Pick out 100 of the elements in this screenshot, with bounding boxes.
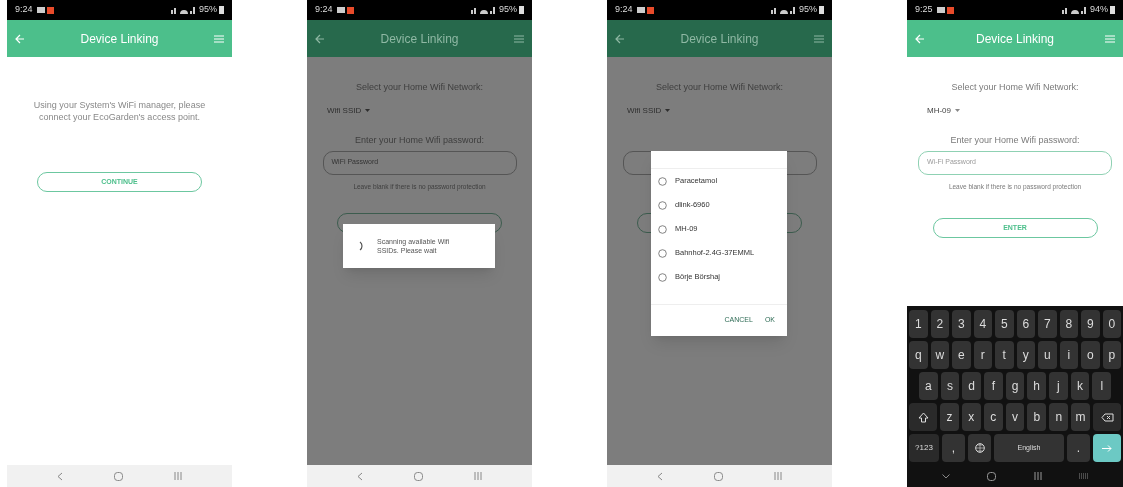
keyboard-key[interactable]: h bbox=[1027, 372, 1047, 400]
keyboard-key[interactable]: v bbox=[1005, 403, 1025, 431]
home-icon[interactable] bbox=[714, 471, 723, 481]
keyboard-key[interactable]: 0 bbox=[1102, 310, 1121, 338]
password-prompt: Enter your Home Wifi password: bbox=[950, 134, 1080, 148]
instruction-text: Using your System's WiFi manager, please connect your EcoGarden's access point. bbox=[32, 99, 207, 123]
keyboard-icon[interactable] bbox=[1079, 472, 1089, 480]
notification-icon bbox=[346, 6, 354, 14]
radio-button[interactable] bbox=[658, 176, 667, 186]
battery-icon bbox=[819, 6, 824, 14]
globe-icon bbox=[974, 443, 985, 453]
keyboard-key[interactable]: r bbox=[973, 341, 992, 369]
mail-icon bbox=[936, 7, 945, 13]
screen-title: Device Linking bbox=[974, 30, 1055, 48]
hide-keyboard-icon[interactable] bbox=[941, 473, 950, 479]
signal-icon bbox=[171, 6, 197, 14]
keyboard-key[interactable]: l bbox=[1092, 372, 1112, 400]
home-icon[interactable] bbox=[987, 471, 997, 481]
enter-key[interactable] bbox=[1093, 434, 1121, 462]
screen-title: Device Linking bbox=[79, 30, 160, 48]
keyboard-key[interactable]: w bbox=[930, 341, 949, 369]
back-arrow-icon[interactable] bbox=[315, 33, 325, 44]
notification-icon bbox=[946, 6, 954, 14]
recents-icon[interactable] bbox=[474, 472, 483, 480]
keyboard-key[interactable]: y bbox=[1016, 341, 1035, 369]
back-icon[interactable] bbox=[56, 471, 63, 481]
keyboard-key[interactable]: u bbox=[1038, 341, 1057, 369]
keyboard-key[interactable]: 7 bbox=[1038, 310, 1057, 338]
caret-icon bbox=[365, 109, 371, 112]
keyboard-key[interactable]: 5 bbox=[995, 310, 1014, 338]
keyboard-key[interactable]: d bbox=[962, 372, 981, 400]
keyboard-key[interactable]: a bbox=[919, 372, 938, 400]
home-icon[interactable] bbox=[114, 471, 123, 481]
shift-key[interactable] bbox=[909, 403, 937, 431]
language-key[interactable] bbox=[968, 434, 991, 462]
keyboard-key[interactable]: b bbox=[1027, 403, 1047, 431]
radio-button[interactable] bbox=[658, 200, 667, 210]
keyboard-key[interactable]: g bbox=[1005, 372, 1025, 400]
home-icon[interactable] bbox=[414, 471, 423, 481]
caret-icon bbox=[665, 109, 671, 112]
screen-title: Device Linking bbox=[679, 30, 760, 48]
battery-text: 95% bbox=[499, 3, 517, 17]
keyboard-key[interactable]: . bbox=[1067, 434, 1090, 462]
keyboard-key[interactable]: 9 bbox=[1081, 310, 1100, 338]
keyboard-key[interactable]: 6 bbox=[1016, 310, 1035, 338]
battery-text: 95% bbox=[799, 3, 817, 17]
symbols-key[interactable]: ?123 bbox=[909, 434, 939, 462]
back-icon[interactable] bbox=[356, 471, 363, 481]
battery-icon bbox=[1110, 6, 1115, 14]
back-arrow-icon[interactable] bbox=[615, 33, 625, 44]
keyboard-key[interactable]: o bbox=[1081, 341, 1100, 369]
keyboard-key[interactable]: p bbox=[1102, 341, 1121, 369]
recents-icon[interactable] bbox=[774, 472, 783, 480]
signal-icon bbox=[1062, 6, 1088, 14]
keyboard-key[interactable]: j bbox=[1049, 372, 1068, 400]
keyboard-key[interactable]: m bbox=[1071, 403, 1090, 431]
radio-button[interactable] bbox=[658, 248, 667, 258]
keyboard-key[interactable]: f bbox=[984, 372, 1003, 400]
keyboard-key[interactable]: z bbox=[940, 403, 959, 431]
radio-button[interactable] bbox=[658, 224, 667, 234]
clock-text: 9:25 bbox=[915, 3, 933, 17]
keyboard-key[interactable]: k bbox=[1070, 372, 1090, 400]
menu-icon[interactable] bbox=[514, 34, 524, 43]
keyboard-key[interactable]: 8 bbox=[1059, 310, 1078, 338]
recents-icon[interactable] bbox=[1033, 472, 1042, 480]
battery-text: 95% bbox=[199, 3, 217, 17]
keyboard-key[interactable]: e bbox=[952, 341, 971, 369]
network-prompt: Select your Home Wifi Network: bbox=[951, 81, 1079, 94]
keyboard-key[interactable]: i bbox=[1059, 341, 1078, 369]
battery-icon bbox=[219, 6, 224, 14]
clock-text: 9:24 bbox=[615, 3, 633, 17]
keyboard-key[interactable]: , bbox=[942, 434, 965, 462]
mail-icon bbox=[336, 7, 345, 13]
keyboard-key[interactable]: 2 bbox=[930, 310, 949, 338]
keyboard-key[interactable]: q bbox=[909, 341, 928, 369]
menu-icon[interactable] bbox=[814, 34, 824, 43]
keyboard-key[interactable]: 3 bbox=[952, 310, 971, 338]
radio-button[interactable] bbox=[658, 272, 667, 282]
signal-icon bbox=[771, 6, 797, 14]
clock-text: 9:24 bbox=[15, 3, 33, 17]
backspace-key[interactable] bbox=[1093, 403, 1121, 431]
keyboard-key[interactable]: 1 bbox=[909, 310, 928, 338]
mail-icon bbox=[36, 7, 45, 13]
battery-text: 94% bbox=[1090, 3, 1108, 17]
keyboard-key[interactable]: 4 bbox=[973, 310, 992, 338]
keyboard-key[interactable]: n bbox=[1049, 403, 1069, 431]
notification-icon bbox=[646, 6, 654, 14]
keyboard-key[interactable]: x bbox=[961, 403, 981, 431]
screen-title: Device Linking bbox=[379, 30, 460, 48]
keyboard-key[interactable]: s bbox=[940, 372, 960, 400]
shift-icon bbox=[917, 411, 929, 423]
keyboard-key[interactable]: c bbox=[983, 403, 1003, 431]
keyboard-key[interactable]: t bbox=[995, 341, 1014, 369]
mail-icon bbox=[636, 7, 645, 13]
ssid-dropdown[interactable]: MH-09 bbox=[927, 104, 960, 117]
back-icon[interactable] bbox=[656, 471, 663, 481]
spinner-icon bbox=[359, 241, 365, 251]
recents-icon[interactable] bbox=[174, 472, 183, 480]
clock-text: 9:24 bbox=[315, 3, 333, 17]
battery-icon bbox=[519, 6, 524, 14]
